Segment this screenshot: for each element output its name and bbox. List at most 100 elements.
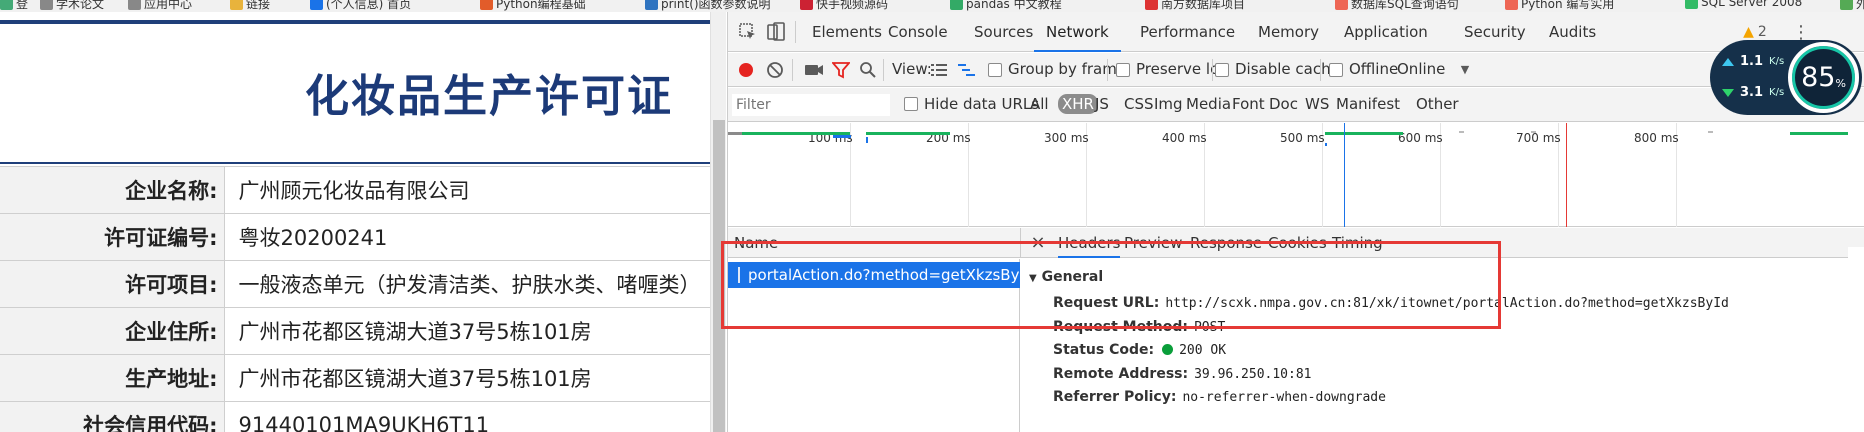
page-title: 化妆品生产许可证 <box>305 71 673 122</box>
throttling-dropdown-icon[interactable]: ▼ <box>1458 61 1472 77</box>
bookmark-item[interactable]: 快手视频源码 <box>800 0 888 12</box>
devtools-panel: Elements Console Sources Network Performance… <box>727 12 1864 432</box>
timeline-bar <box>866 132 950 135</box>
warnings-counter[interactable]: ▲ 2 <box>1735 22 1775 42</box>
type-filter-all[interactable]: All <box>1030 95 1049 113</box>
type-filter-img[interactable]: Img <box>1154 95 1183 113</box>
page-top-divider <box>0 20 710 24</box>
dom-content-loaded-marker <box>1344 123 1345 227</box>
license-row: 社会信用代码: 91440101MA9UKH6T11 <box>0 401 710 432</box>
type-filter-ws[interactable]: WS <box>1305 95 1329 113</box>
type-filter-css[interactable]: CSS <box>1124 95 1154 113</box>
bookmark-favicon-icon <box>0 0 13 10</box>
throttling-select[interactable]: Online <box>1397 60 1445 78</box>
field-label: 社会信用代码: <box>0 401 225 432</box>
header-value[interactable]: no-referrer-when-downgrade <box>1182 390 1386 405</box>
tab-memory[interactable]: Memory <box>1258 12 1319 52</box>
hide-data-urls-checkbox[interactable] <box>904 97 918 111</box>
upload-unit: K/s <box>1769 56 1785 67</box>
general-header-row: Referrer Policy: no-referrer-when-downgra… <box>1053 389 1386 405</box>
type-filter-xhr[interactable]: XHR <box>1058 94 1098 114</box>
general-header-row: Remote Address: 39.96.250.10:81 <box>1053 366 1312 382</box>
type-filter-other[interactable]: Other <box>1416 95 1459 113</box>
bookmark-label: 链接 <box>246 0 271 11</box>
download-value: 3.1 <box>1740 85 1764 100</box>
timeline-label: 600 ms <box>1398 131 1443 145</box>
bookmark-label: Python 编写实用 <box>1521 0 1615 11</box>
bookmark-label: 南方数据库项目 <box>1161 0 1246 11</box>
field-value: 粤妆20200241 <box>224 213 710 261</box>
timeline-label: 700 ms <box>1516 131 1561 145</box>
large-rows-icon[interactable] <box>930 61 948 79</box>
device-toolbar-icon[interactable] <box>765 21 787 43</box>
bookmark-item[interactable]: print()函数参数说明 <box>645 0 771 12</box>
bookmark-item[interactable]: 南方数据库项目 <box>1145 0 1245 12</box>
general-header-row: Status Code: 200 OK <box>1053 342 1226 358</box>
timeline-bar <box>1325 143 1327 146</box>
bookmark-item[interactable]: 登 <box>0 0 28 12</box>
timeline-bar <box>728 132 850 135</box>
search-icon[interactable] <box>858 60 878 80</box>
header-value[interactable]: 39.96.250.10:81 <box>1194 367 1311 382</box>
tab-performance[interactable]: Performance <box>1140 12 1235 52</box>
group-by-frame-checkbox[interactable] <box>988 63 1002 77</box>
bookmark-item[interactable]: 应用中心 <box>128 0 192 12</box>
bookmark-label: 应用中心 <box>144 0 193 11</box>
tab-application[interactable]: Application <box>1344 12 1428 52</box>
type-filter-manifest[interactable]: Manifest <box>1336 95 1400 113</box>
bookmark-item[interactable]: 学术论文 <box>40 0 104 12</box>
header-value[interactable]: 200 OK <box>1179 343 1226 358</box>
tab-security[interactable]: Security <box>1464 12 1526 52</box>
timeline-bar <box>833 135 851 138</box>
load-marker <box>1566 123 1567 227</box>
bookmark-item[interactable]: 外 <box>1840 0 1864 12</box>
overview-icon[interactable] <box>958 61 976 79</box>
toolbar-separator <box>1107 59 1108 81</box>
network-speed-widget[interactable]: 1.1 K/s 3.1 K/s 85% <box>1710 40 1862 115</box>
kebab-menu-icon[interactable]: ⋮ <box>1792 22 1810 43</box>
filter-input[interactable] <box>732 94 890 116</box>
tab-audits[interactable]: Audits <box>1549 12 1596 52</box>
inspect-element-icon[interactable] <box>738 22 758 42</box>
field-value: 广州市花都区镜湖大道37号5栋101房 <box>224 354 710 402</box>
bookmark-item[interactable]: SQL Server 2008 <box>1685 0 1802 9</box>
license-table: 企业名称: 广州顾元化妆品有限公司 许可证编号: 粤妆20200241 许可项目: 一般液… <box>0 166 710 432</box>
timeline-bar <box>1459 131 1464 133</box>
filter-icon[interactable] <box>831 60 851 80</box>
page-scrollbar[interactable] <box>710 12 726 432</box>
capture-screenshots-icon[interactable] <box>803 60 825 80</box>
bookmark-item[interactable]: 链接 <box>230 0 270 12</box>
warning-icon: ▲ <box>1743 24 1754 40</box>
bookmark-item[interactable]: (个人信息) 首页 <box>310 0 411 12</box>
timeline-bar <box>1325 132 1403 135</box>
bookmark-favicon-icon <box>1335 0 1348 10</box>
type-filter-font[interactable]: Font <box>1232 95 1265 113</box>
type-filter-media[interactable]: Media <box>1186 95 1231 113</box>
type-filter-doc[interactable]: Doc <box>1269 95 1298 113</box>
tab-console[interactable]: Console <box>888 12 948 52</box>
field-label: 生产地址: <box>0 354 225 402</box>
offline-label: Offline <box>1349 60 1399 78</box>
bookmark-item[interactable]: pandas 中文教程 <box>950 0 1062 12</box>
devtools-scrollbar[interactable] <box>1848 247 1864 432</box>
tab-network[interactable]: Network <box>1034 12 1121 52</box>
bookmark-favicon-icon <box>310 0 323 10</box>
bookmark-item[interactable]: Python 编写实用 <box>1505 0 1614 12</box>
disable-cache-checkbox[interactable] <box>1215 63 1229 77</box>
timeline-label: 800 ms <box>1634 131 1679 145</box>
bookmark-label: pandas 中文教程 <box>966 0 1062 11</box>
bookmark-item[interactable]: Python编程基础 <box>480 0 586 12</box>
type-filter-js[interactable]: JS <box>1095 95 1109 113</box>
header-key: Status Code: <box>1053 342 1155 358</box>
tab-sources[interactable]: Sources <box>974 12 1033 52</box>
license-page: 化妆品生产许可证 企业名称: 广州顾元化妆品有限公司 许可证编号: 粤妆2020024… <box>0 12 710 432</box>
offline-checkbox[interactable] <box>1329 63 1343 77</box>
preserve-log-checkbox[interactable] <box>1116 63 1130 77</box>
bookmark-item[interactable]: 数据库SQL查询语句 <box>1335 0 1459 12</box>
timeline-label: 400 ms <box>1162 131 1207 145</box>
bookmark-favicon-icon <box>1840 0 1853 10</box>
toolbar-separator <box>883 59 884 81</box>
clear-icon[interactable] <box>765 60 785 80</box>
record-icon[interactable] <box>736 60 756 80</box>
tab-elements[interactable]: Elements <box>812 12 882 52</box>
